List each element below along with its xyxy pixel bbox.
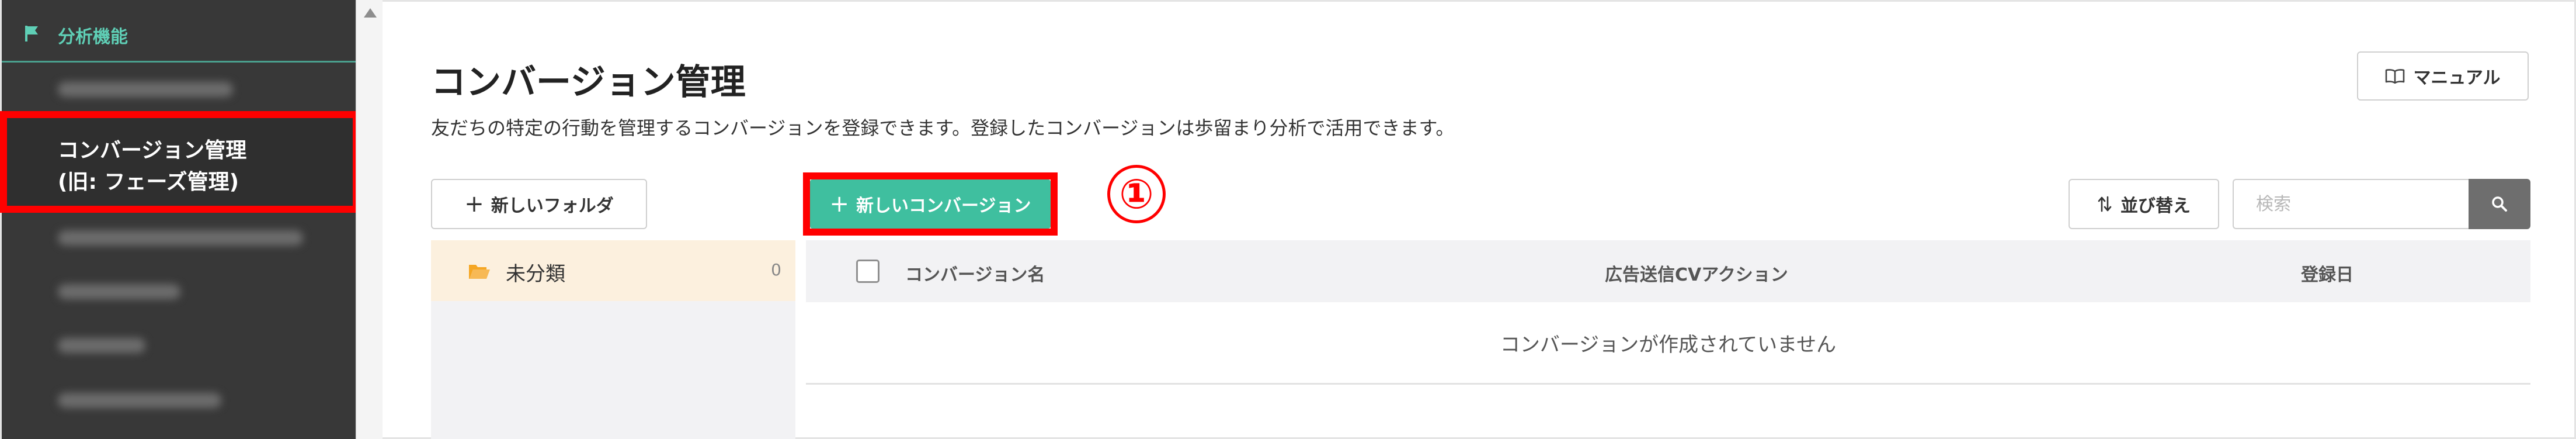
search-button[interactable] xyxy=(2469,179,2530,229)
sidebar-section-header[interactable]: 分析機能 xyxy=(2,0,356,63)
table-divider xyxy=(806,383,2530,385)
blurred-label xyxy=(58,82,233,97)
folder-open-icon xyxy=(469,265,490,279)
page-title: コンバージョン管理 xyxy=(431,62,746,103)
scrollbar[interactable] xyxy=(356,0,383,439)
sidebar-item-blurred[interactable] xyxy=(2,380,356,421)
folder-panel: 未分類 0 xyxy=(431,240,795,439)
folder-label: 未分類 xyxy=(506,262,565,286)
folder-count: 0 xyxy=(771,260,781,279)
sidebar-item-blurred[interactable] xyxy=(2,217,356,258)
select-all-checkbox[interactable] xyxy=(856,260,879,283)
column-header-ad-cv-action[interactable]: 広告送信CVアクション xyxy=(1605,260,1788,286)
scroll-up-arrow-icon[interactable] xyxy=(364,8,377,18)
folder-item-uncategorized[interactable]: 未分類 0 xyxy=(431,240,795,301)
column-header-name[interactable]: コンバージョン名 xyxy=(905,260,1045,286)
sidebar-highlight-box xyxy=(0,111,360,213)
page-description: 友だちの特定の行動を管理するコンバージョンを登録できます。登録したコンバージョン… xyxy=(431,117,1455,139)
sort-button[interactable]: 並び替え xyxy=(2069,179,2219,229)
search-input[interactable] xyxy=(2233,179,2469,229)
empty-state-message: コンバージョンが作成されていません xyxy=(1500,333,1837,357)
sidebar-section-label: 分析機能 xyxy=(58,27,128,47)
step-marker: ① xyxy=(1107,165,1166,223)
column-header-registered-date[interactable]: 登録日 xyxy=(2301,260,2353,286)
sort-arrows-icon xyxy=(2098,196,2112,212)
sidebar-item-blurred[interactable] xyxy=(2,271,356,312)
blurred-label xyxy=(58,338,145,353)
blurred-label xyxy=(58,284,180,299)
flag-icon xyxy=(25,26,38,42)
search-icon xyxy=(2492,196,2507,212)
new-conversion-highlight-box xyxy=(803,172,1058,236)
sidebar-item-blurred[interactable] xyxy=(2,325,356,366)
sidebar-item-blurred[interactable] xyxy=(2,69,356,110)
table-header: コンバージョン名 広告送信CVアクション 登録日 xyxy=(806,240,2530,302)
blurred-label xyxy=(58,230,303,246)
manual-button[interactable]: マニュアル xyxy=(2357,51,2529,101)
sort-label: 並び替え xyxy=(2120,196,2191,216)
sidebar: 分析機能 xyxy=(2,0,356,439)
manual-button-label: マニュアル xyxy=(2413,68,2501,88)
new-folder-label: 新しいフォルダ xyxy=(491,196,614,216)
blurred-label xyxy=(58,393,221,408)
new-folder-button[interactable]: + 新しいフォルダ xyxy=(431,179,647,229)
plus-icon: + xyxy=(464,191,484,217)
book-icon xyxy=(2386,69,2405,84)
